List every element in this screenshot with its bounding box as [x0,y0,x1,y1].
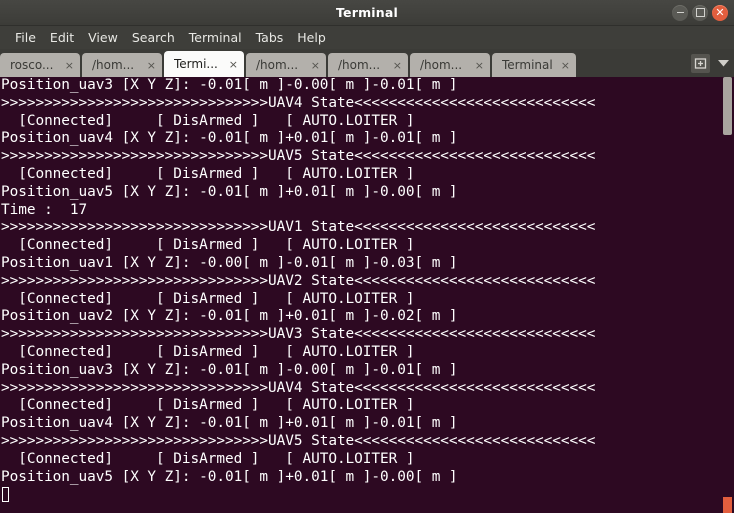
window-controls: ✕ [672,0,728,25]
terminal-line: >>>>>>>>>>>>>>>>>>>>>>>>>>>>>>>UAV3 Stat… [1,326,596,343]
tab-bar: rosco... ×/hom... × Termi... ×/hom... ×/hom..… [0,49,734,77]
chevron-down-icon [717,60,729,67]
new-tab-button[interactable] [691,53,710,73]
tab-label: Terminal [502,58,553,72]
terminal-line: Position_uav5 [X Y Z]: -0.01[ m ]+0.01[ … [1,468,458,485]
terminal-tab-6[interactable]: Terminal × [492,53,576,77]
scrollbar-bottom-marker [723,497,732,513]
tab-list-button[interactable] [716,56,730,70]
terminal-line: Position_uav3 [X Y Z]: -0.01[ m ]-0.00[ … [1,77,458,93]
tab-close-icon[interactable]: × [393,60,402,71]
terminal-line: >>>>>>>>>>>>>>>>>>>>>>>>>>>>>>>UAV4 Stat… [1,94,596,111]
menu-item-search[interactable]: Search [125,28,182,47]
terminal-scrollbar[interactable] [721,77,734,513]
minimize-button[interactable] [672,4,688,21]
terminal-line: [Connected] [ DisArmed ] [ AUTO.LOITER ] [1,165,415,182]
terminal-window: Terminal ✕ File Edit View Search Terminal Tab… [0,0,734,513]
terminal-line: [Connected] [ DisArmed ] [ AUTO.LOITER ] [1,290,415,307]
tab-label: Termi... [174,57,218,71]
tab-close-icon[interactable]: × [311,60,320,71]
terminal-line: Position_uav3 [X Y Z]: -0.01[ m ]-0.00[ … [1,361,458,378]
terminal-tab-0[interactable]: rosco... × [0,53,80,77]
tab-label: /hom... [420,58,463,72]
terminal-line: Position_uav4 [X Y Z]: -0.01[ m ]+0.01[ … [1,415,458,432]
tab-close-icon[interactable]: × [65,60,74,71]
terminal-line: [Connected] [ DisArmed ] [ AUTO.LOITER ] [1,397,415,414]
terminal-line: Position_uav2 [X Y Z]: -0.01[ m ]+0.01[ … [1,308,458,325]
terminal-area[interactable]: Position_uav3 [X Y Z]: -0.01[ m ]-0.00[ … [0,77,734,513]
terminal-prompt-line[interactable] [1,486,721,504]
tab-label: rosco... [10,58,54,72]
tab-close-icon[interactable]: × [229,59,238,70]
terminal-tab-2[interactable]: Termi... × [164,51,244,77]
minimize-icon [676,11,684,14]
tab-label: /hom... [92,58,135,72]
terminal-tab-4[interactable]: /hom... × [328,53,408,77]
window-title: Terminal [335,5,399,20]
terminal-line: >>>>>>>>>>>>>>>>>>>>>>>>>>>>>>>UAV4 Stat… [1,379,596,396]
maximize-button[interactable] [692,4,708,21]
tab-strip: rosco... ×/hom... × Termi... ×/hom... ×/hom..… [0,51,578,77]
scrollbar-thumb[interactable] [723,77,732,135]
menu-item-tabs[interactable]: Tabs [249,28,291,47]
terminal-tab-1[interactable]: /hom... × [82,53,162,77]
terminal-line: Position_uav5 [X Y Z]: -0.01[ m ]+0.01[ … [1,183,458,200]
menu-bar: File Edit View Search Terminal Tabs Help [0,26,734,49]
terminal-line: >>>>>>>>>>>>>>>>>>>>>>>>>>>>>>>UAV2 Stat… [1,272,596,289]
title-bar: Terminal ✕ [0,0,734,26]
terminal-line: Position_uav1 [X Y Z]: -0.00[ m ]-0.01[ … [1,254,458,271]
terminal-line: >>>>>>>>>>>>>>>>>>>>>>>>>>>>>>>UAV1 Stat… [1,219,596,236]
terminal-line: [Connected] [ DisArmed ] [ AUTO.LOITER ] [1,112,415,129]
menu-item-view[interactable]: View [81,28,125,47]
terminal-output[interactable]: Position_uav3 [X Y Z]: -0.01[ m ]-0.00[ … [0,77,721,513]
maximize-icon [695,8,705,17]
terminal-line: Time : 17 [1,201,88,218]
scrollbar-track[interactable] [722,77,733,513]
close-icon: ✕ [715,5,725,19]
tab-close-icon[interactable]: × [147,60,156,71]
terminal-tab-5[interactable]: /hom... × [410,53,490,77]
tab-label: /hom... [256,58,299,72]
terminal-line: >>>>>>>>>>>>>>>>>>>>>>>>>>>>>>>UAV5 Stat… [1,148,596,165]
tab-close-icon[interactable]: × [475,60,484,71]
terminal-line: >>>>>>>>>>>>>>>>>>>>>>>>>>>>>>>UAV5 Stat… [1,432,596,449]
close-button[interactable]: ✕ [712,4,728,21]
menu-item-edit[interactable]: Edit [43,28,81,47]
text-cursor [2,487,9,503]
terminal-line: [Connected] [ DisArmed ] [ AUTO.LOITER ] [1,237,415,254]
new-tab-icon [694,57,707,69]
terminal-line: [Connected] [ DisArmed ] [ AUTO.LOITER ] [1,450,415,467]
menu-item-terminal[interactable]: Terminal [182,28,249,47]
terminal-line: Position_uav4 [X Y Z]: -0.01[ m ]+0.01[ … [1,130,458,147]
menu-item-file[interactable]: File [8,28,43,47]
menu-item-help[interactable]: Help [290,28,333,47]
tab-close-icon[interactable]: × [561,60,570,71]
tab-label: /hom... [338,58,381,72]
terminal-line: [Connected] [ DisArmed ] [ AUTO.LOITER ] [1,343,415,360]
tab-bar-actions [691,49,734,77]
terminal-tab-3[interactable]: /hom... × [246,53,326,77]
